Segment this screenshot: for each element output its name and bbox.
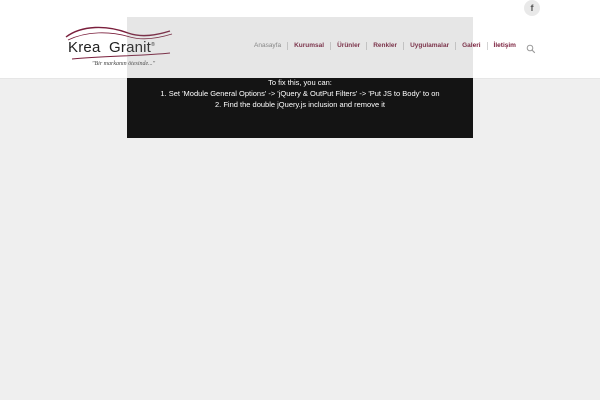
- error-overlay-top: [127, 17, 473, 78]
- top-bar: f: [0, 0, 600, 17]
- error-intro: To fix this, you can:: [268, 78, 332, 87]
- slider-error-box: To fix this, you can: 1. Set 'Module Gen…: [127, 17, 473, 138]
- logo-word-krea: Krea: [68, 39, 101, 56]
- error-step-2: 2. Find the double jQuery.js inclusion a…: [215, 100, 385, 109]
- facebook-icon[interactable]: f: [524, 0, 540, 16]
- error-message: To fix this, you can: 1. Set 'Module Gen…: [127, 77, 473, 110]
- search-icon[interactable]: [526, 44, 536, 54]
- nav-item-iletisim[interactable]: İletişim: [488, 40, 522, 52]
- error-step-1: 1. Set 'Module General Options' -> 'jQue…: [160, 89, 440, 98]
